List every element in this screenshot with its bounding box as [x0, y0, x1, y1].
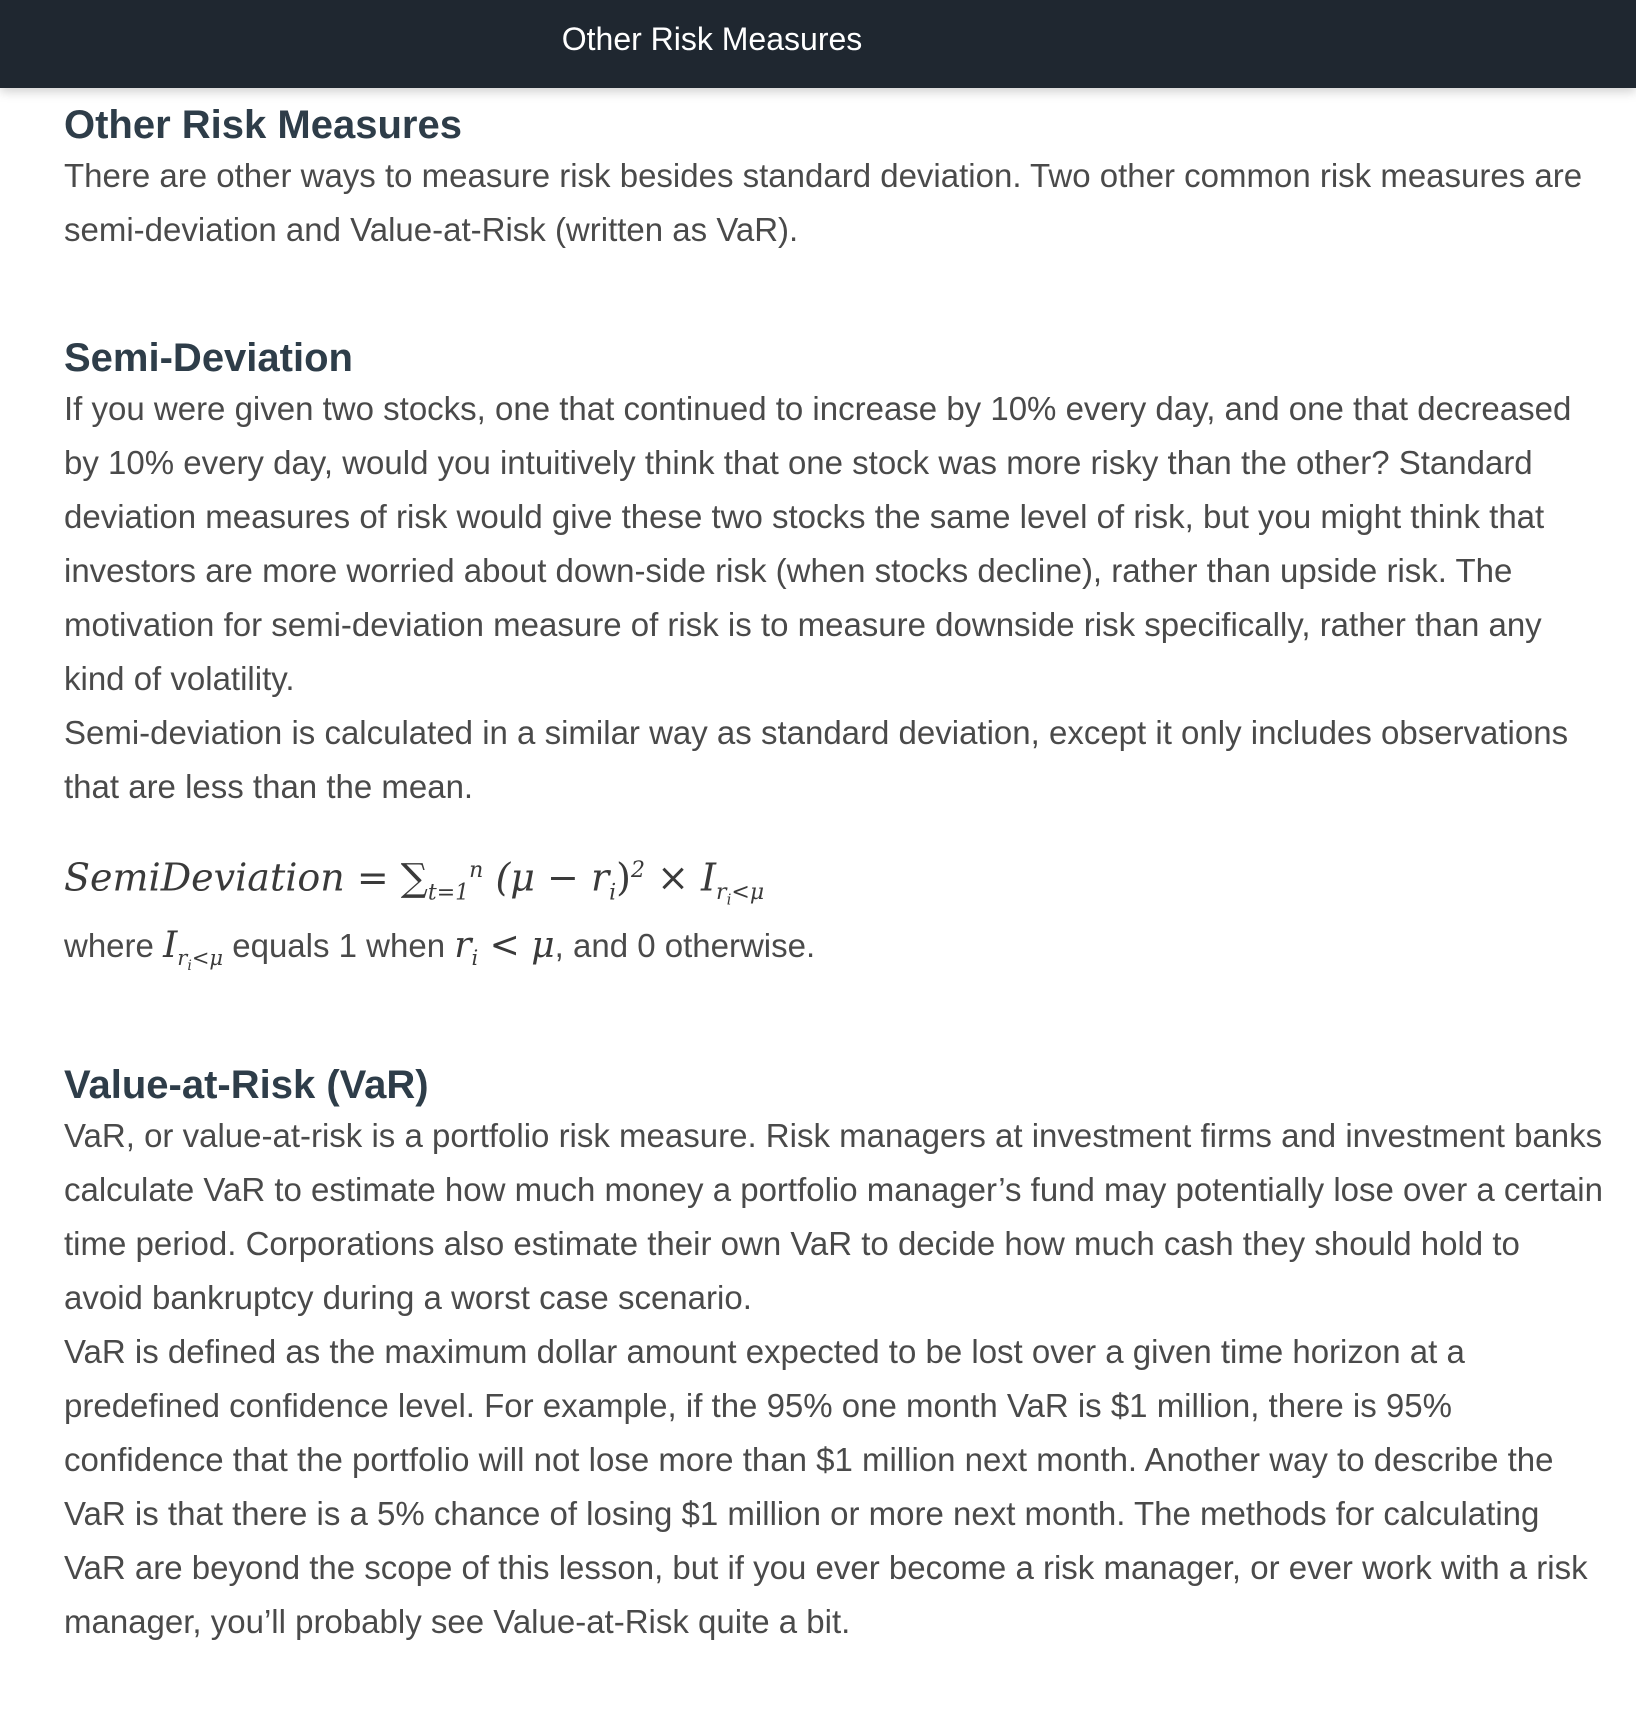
formula-times: ×	[657, 855, 689, 900]
formula-body-close: )	[616, 855, 631, 900]
formula-equals: =	[356, 855, 389, 900]
formula-sum-lower: t=1	[427, 880, 470, 906]
formula-sum-upper: n	[469, 858, 484, 883]
intro-paragraph: There are other ways to measure risk bes…	[64, 157, 1583, 248]
where-indicator: Iri<μ	[163, 924, 224, 975]
formula-explanation: where Iri<μ equals 1 when ri < μ, and 0 …	[64, 923, 1604, 989]
formula-indicator-sub: ri<μ	[716, 880, 765, 909]
where-prefix: where	[64, 926, 154, 964]
semi-deviation-paragraph-1: If you were given two stocks, one that c…	[64, 390, 1572, 697]
where-suffix: , and 0 otherwise.	[554, 926, 816, 964]
where-middle: equals 1 when	[232, 926, 446, 964]
where-condition: ri < μ	[454, 924, 555, 970]
formula-indicator: I	[701, 855, 717, 900]
semi-deviation-formula: SemiDeviation = ∑t=1n (μ − ri)2 × Iri<μ	[64, 848, 1604, 923]
top-bar-title: Other Risk Measures	[561, 21, 863, 57]
semi-deviation-heading: Semi-Deviation	[64, 336, 353, 380]
lesson-content: Other Risk Measures There are other ways…	[64, 88, 1604, 1649]
formula-lhs: SemiDeviation	[64, 855, 345, 900]
formula-sum-symbol: ∑	[400, 855, 428, 900]
value-at-risk-heading: Value-at-Risk (VaR)	[64, 1063, 429, 1108]
page-title: Other Risk Measures	[64, 103, 462, 147]
semi-deviation-paragraph-2: Semi-deviation is calculated in a simila…	[64, 714, 1569, 805]
formula-body-exponent: 2	[631, 858, 645, 883]
value-at-risk-paragraph-1: VaR, or value-at-risk is a portfolio ris…	[64, 1117, 1603, 1317]
top-bar: Other Risk Measures	[0, 0, 1636, 88]
formula-body-open: (μ − r	[495, 855, 610, 900]
value-at-risk-paragraph-2: VaR is defined as the maximum dollar amo…	[64, 1333, 1588, 1641]
